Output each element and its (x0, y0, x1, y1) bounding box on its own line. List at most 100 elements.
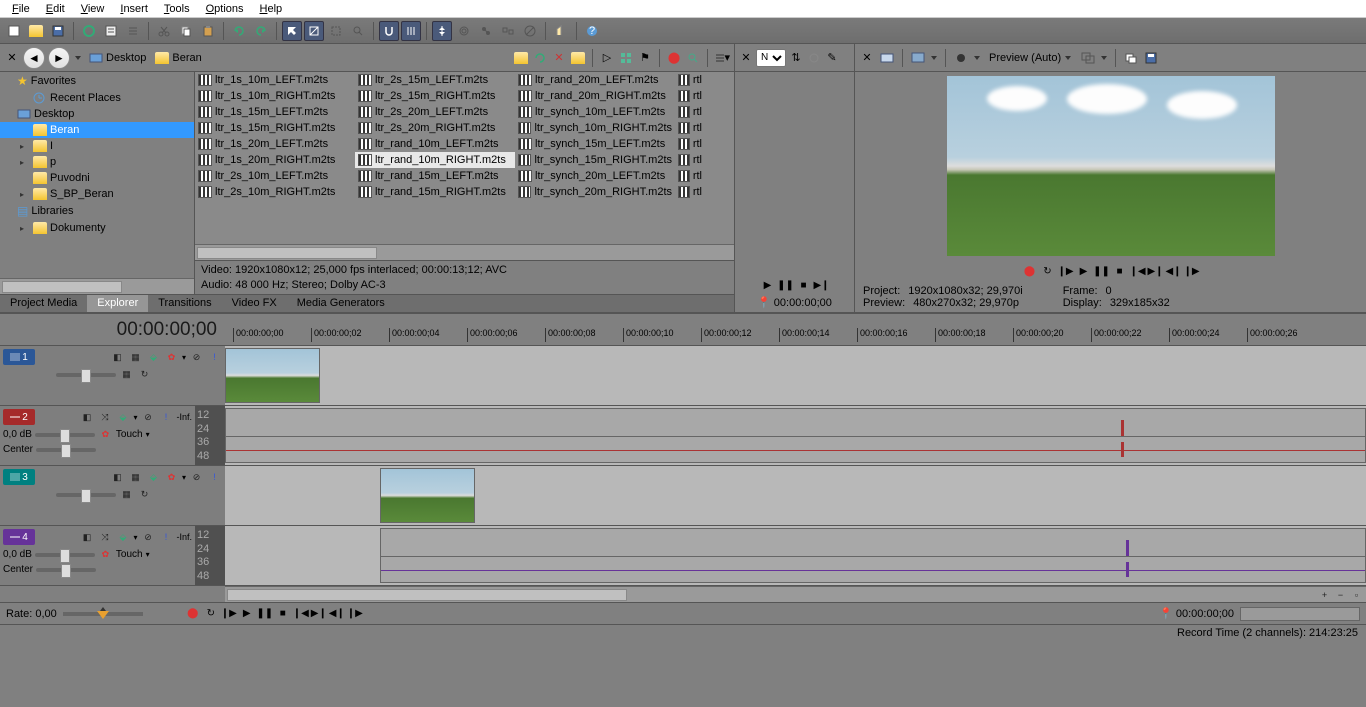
file-item[interactable]: ltr_1s_15m_LEFT.m2ts (195, 104, 355, 120)
trimmer-edit-icon[interactable]: ✎ (824, 50, 840, 66)
file-item[interactable]: rtl (675, 72, 705, 88)
track-fx-icon[interactable]: ▦ (128, 470, 143, 485)
rate-scrubber[interactable] (95, 606, 111, 622)
compositing-icon[interactable]: ▦ (119, 367, 134, 382)
track-header-2[interactable]: 2◧⤨⬙▾⊘!-Inf.0,0 dB✿Touch▾Center (0, 406, 195, 465)
tree-item-beran[interactable]: Beran (0, 122, 194, 138)
file-item[interactable]: ltr_rand_10m_LEFT.m2ts (355, 136, 515, 152)
play-button[interactable]: ▶ (1076, 263, 1092, 279)
file-hscroll[interactable] (195, 244, 734, 260)
file-item[interactable]: ltr_2s_20m_LEFT.m2ts (355, 104, 515, 120)
tab-transitions[interactable]: Transitions (148, 295, 221, 312)
file-item[interactable]: rtl (675, 120, 705, 136)
play-from-start-button[interactable]: ❙▶ (1058, 263, 1074, 279)
mute-icon[interactable]: ⊘ (189, 470, 204, 485)
automation-icon[interactable]: ⬙ (115, 530, 130, 545)
trimmer-play-icon[interactable]: ▶ (760, 277, 776, 293)
tl-go-end-button[interactable]: ▶❙ (311, 606, 327, 622)
auto-crossfade-icon[interactable] (432, 21, 452, 41)
chevron-down-icon[interactable] (930, 53, 938, 63)
file-item[interactable]: ltr_synch_20m_RIGHT.m2ts (515, 184, 675, 200)
tl-prev-frame-button[interactable]: ◀❙ (329, 606, 345, 622)
bypass-fx-icon[interactable]: ◧ (79, 530, 94, 545)
zoom-out-icon[interactable]: − (1333, 587, 1348, 602)
loop-button[interactable]: ↻ (1040, 263, 1056, 279)
refresh-icon[interactable] (532, 50, 548, 66)
file-item[interactable]: ltr_rand_15m_LEFT.m2ts (355, 168, 515, 184)
go-end-button[interactable]: ▶❙ (1148, 263, 1164, 279)
timeline-timecode[interactable]: 00:00:00;00 (0, 314, 225, 345)
preview-close-icon[interactable]: ✕ (859, 50, 875, 66)
file-item[interactable]: rtl (675, 88, 705, 104)
file-item[interactable]: ltr_synch_10m_LEFT.m2ts (515, 104, 675, 120)
tree-item-puvodni[interactable]: Puvodni (0, 170, 194, 186)
file-item[interactable]: ltr_1s_20m_RIGHT.m2ts (195, 152, 355, 168)
file-item[interactable]: ltr_synch_20m_LEFT.m2ts (515, 168, 675, 184)
zoom-fit-icon[interactable]: ▫ (1349, 587, 1364, 602)
tl-play-start-button[interactable]: ❙▶ (221, 606, 237, 622)
new-project-icon[interactable] (4, 21, 24, 41)
help-icon[interactable]: ? (582, 21, 602, 41)
interactive-tutorial-icon[interactable] (551, 21, 571, 41)
dropdown-icon[interactable] (73, 51, 83, 65)
breadcrumb-desktop[interactable]: Desktop (86, 51, 149, 65)
tree-item-libraries[interactable]: ▤Libraries (0, 202, 194, 220)
new-folder-icon[interactable] (570, 50, 586, 66)
audio-clip[interactable] (380, 556, 1366, 583)
solo-icon[interactable]: ! (207, 470, 222, 485)
flag-icon[interactable]: ⚑ (637, 50, 653, 66)
pan-slider[interactable] (36, 448, 96, 452)
level-slider[interactable] (56, 493, 116, 497)
trimmer-stop-icon[interactable]: ■ (796, 277, 812, 293)
tree-item-i[interactable]: ▸I (0, 138, 194, 154)
menu-insert[interactable]: Insert (112, 2, 156, 16)
ignore-grouping-icon[interactable] (498, 21, 518, 41)
delete-icon[interactable]: ✕ (551, 50, 567, 66)
menu-edit[interactable]: Edit (38, 2, 73, 16)
pause-button[interactable]: ❚❚ (1094, 263, 1110, 279)
tl-stop-button[interactable]: ■ (275, 606, 291, 622)
menu-file[interactable]: File (4, 2, 38, 16)
track-header-4[interactable]: 4◧⤨⬙▾⊘!-Inf.0,0 dB✿Touch▾Center (0, 526, 195, 585)
file-item[interactable]: ltr_1s_15m_RIGHT.m2ts (195, 120, 355, 136)
chevron-down-icon[interactable] (1100, 53, 1108, 63)
automation-icon[interactable]: ⬙ (146, 470, 161, 485)
preview-copy-icon[interactable] (1123, 50, 1139, 66)
next-frame-button[interactable]: ❙▶ (1184, 263, 1200, 279)
tab-explorer[interactable]: Explorer (87, 295, 148, 312)
file-item[interactable]: ltr_1s_20m_LEFT.m2ts (195, 136, 355, 152)
chevron-down-icon[interactable] (973, 53, 981, 63)
track-content[interactable] (225, 466, 1366, 525)
disable-resample-icon[interactable] (520, 21, 540, 41)
file-item[interactable]: ltr_2s_10m_LEFT.m2ts (195, 168, 355, 184)
copy-icon[interactable] (176, 21, 196, 41)
mode-label[interactable]: Touch (116, 549, 143, 560)
file-item[interactable]: rtl (675, 104, 705, 120)
tab-media-generators[interactable]: Media Generators (287, 295, 395, 312)
close-panel-icon[interactable]: ✕ (4, 50, 20, 66)
level-slider[interactable] (56, 373, 116, 377)
trimmer-fx-icon[interactable] (806, 50, 822, 66)
tl-record-button[interactable]: ⬤ (185, 606, 201, 622)
video-clip[interactable] (225, 348, 320, 403)
invert-phase-icon[interactable]: ⤨ (97, 410, 112, 425)
preview-overlay-icon[interactable] (1080, 50, 1096, 66)
lock-envelopes-icon[interactable] (476, 21, 496, 41)
selection-tool-icon[interactable] (326, 21, 346, 41)
breadcrumb-current[interactable]: Beran (152, 51, 204, 65)
file-item[interactable]: ltr_rand_20m_RIGHT.m2ts (515, 88, 675, 104)
track-content[interactable] (225, 406, 1366, 465)
tl-pause-button[interactable]: ❚❚ (257, 606, 273, 622)
file-item[interactable]: ltr_rand_10m_RIGHT.m2ts (355, 152, 515, 168)
snap-grid-icon[interactable] (401, 21, 421, 41)
file-item[interactable]: ltr_synch_15m_LEFT.m2ts (515, 136, 675, 152)
paste-icon[interactable] (198, 21, 218, 41)
tree-item-s_bp_beran[interactable]: ▸S_BP_Beran (0, 186, 194, 202)
trimmer-pause-icon[interactable]: ❚❚ (778, 277, 794, 293)
menu-options[interactable]: Options (198, 2, 252, 16)
track-motion-icon[interactable]: ↻ (137, 367, 152, 382)
nav-forward-button[interactable]: ► (48, 47, 70, 69)
track-header-3[interactable]: 3◧▦⬙✿▾⊘!▦↻ (0, 466, 225, 525)
undo-icon[interactable] (229, 21, 249, 41)
file-item[interactable]: ltr_2s_15m_LEFT.m2ts (355, 72, 515, 88)
